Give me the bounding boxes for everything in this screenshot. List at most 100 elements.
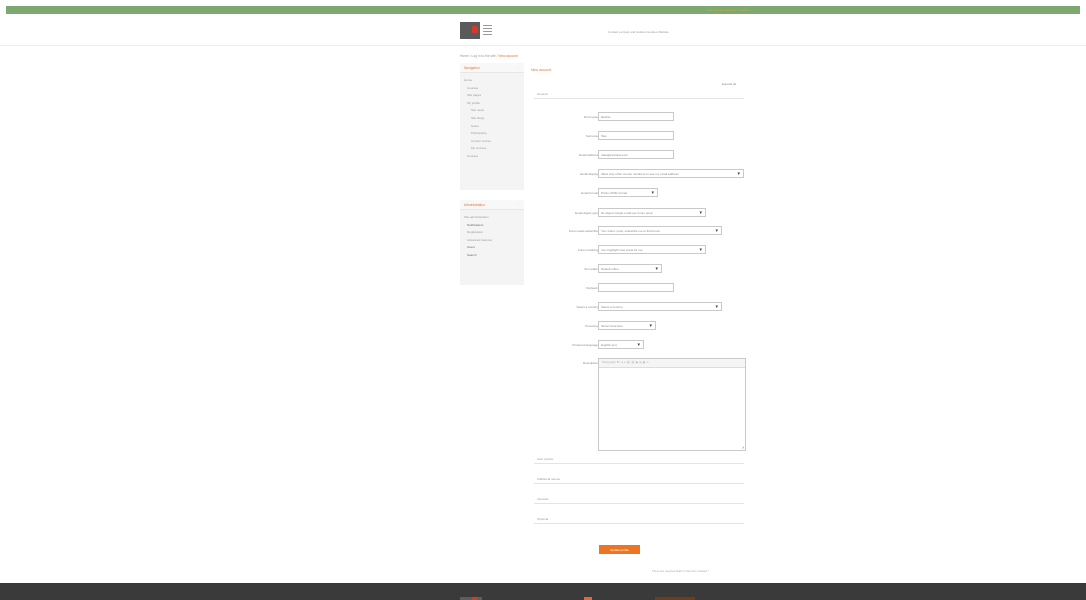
dropdown-arrow-icon: ▾ <box>651 190 654 196</box>
site-logo[interactable] <box>460 22 494 40</box>
sidebar-item[interactable]: Site administration <box>464 214 524 222</box>
section-optional[interactable]: Optional <box>534 513 744 524</box>
section-label: User picture <box>537 457 554 461</box>
administration-block-title: Administration <box>464 203 485 207</box>
sidebar-item[interactable]: Site blogs <box>464 115 524 123</box>
dropdown-arrow-icon: ▾ <box>715 228 718 234</box>
field-value: Yes: when I post, subscribe me to that f… <box>601 229 661 233</box>
form-row: Preferred language English (en) ▾ <box>534 340 754 352</box>
description-label: Description <box>582 361 598 365</box>
select-field[interactable]: Server timezone ▾ <box>598 321 656 330</box>
description-editor[interactable]: Paragraph B I ≡ ≡ ⛓ ⛓ ▣ ▤ ▦ ▭ ◢ <box>598 358 746 451</box>
logo-text <box>483 23 492 36</box>
select-field[interactable]: No digest (single email per forum post) ▾ <box>598 208 706 217</box>
field-label: Email format <box>581 191 598 195</box>
breadcrumb-trail[interactable]: Home / Log in to the site / <box>460 54 498 58</box>
collapse-icon[interactable]: – <box>517 65 519 69</box>
dropdown-arrow-icon: ▾ <box>737 171 740 177</box>
field-value: Pretty HTML format <box>601 191 628 195</box>
field-label: First name <box>583 115 598 119</box>
form-row: First name Rachel <box>534 112 754 124</box>
sidebar-item[interactable]: Home <box>464 77 524 85</box>
editor-toolbar-buttons[interactable]: Paragraph B I ≡ ≡ ⛓ ⛓ ▣ ▤ ▦ ▭ <box>602 361 649 364</box>
field-label: Preferred language <box>572 343 598 347</box>
sidebar-item[interactable]: Participants <box>464 130 524 138</box>
sidebar-item[interactable]: Users <box>464 244 524 252</box>
field-label: Email address <box>578 153 598 157</box>
field-label: Surname <box>585 134 598 138</box>
sidebar-item[interactable]: My profile <box>464 100 524 108</box>
text-field[interactable]: rtate@example.com <box>598 150 674 159</box>
required-fields-note: There are required fields in this form m… <box>652 569 710 573</box>
field-value: Default editor <box>601 267 619 271</box>
sidebar-item[interactable]: Advanced features <box>464 237 524 245</box>
login-link[interactable]: You are not logged in. (Log in) <box>707 8 750 12</box>
section-user-picture[interactable]: User picture <box>534 453 744 464</box>
section-label: Additional names <box>537 477 561 481</box>
field-value: Server timezone <box>601 324 623 328</box>
field-value: Rachel <box>601 115 611 119</box>
text-field[interactable]: Rachel <box>598 112 674 121</box>
general-section-header[interactable]: General <box>534 88 744 99</box>
field-label: Email digest type <box>575 211 598 215</box>
dropdown-arrow-icon: ▾ <box>699 210 702 216</box>
field-label: Text editor <box>584 267 598 271</box>
select-field[interactable]: Allow only other course members to see m… <box>598 169 744 178</box>
sidebar-item[interactable]: My courses <box>464 145 524 153</box>
page-title: New account <box>531 68 552 72</box>
field-label: Timezone <box>584 324 598 328</box>
select-field[interactable]: English (en) ▾ <box>598 340 644 349</box>
form-row: Timezone Server timezone ▾ <box>534 321 754 333</box>
select-field[interactable]: Pretty HTML format ▾ <box>598 188 658 197</box>
sidebar-item[interactable]: Notifications <box>464 222 524 230</box>
navigation-block-header[interactable]: Navigation – <box>460 63 524 73</box>
select-field[interactable]: Yes: when I post, subscribe me to that f… <box>598 226 722 235</box>
breadcrumb-current: New account <box>498 54 518 58</box>
dropdown-arrow-icon: ▾ <box>655 266 658 272</box>
field-value: Tate <box>601 134 607 138</box>
text-field[interactable]: Tate <box>598 131 674 140</box>
editor-toolbar[interactable]: Paragraph B I ≡ ≡ ⛓ ⛓ ▣ ▤ ▦ ▭ <box>599 359 745 368</box>
form-row: Forum auto-subscribe Yes: when I post, su… <box>534 226 754 238</box>
field-label: Forum auto-subscribe <box>568 229 598 233</box>
resize-handle-icon[interactable]: ◢ <box>742 445 744 449</box>
header-links[interactable]: Contact us Help and Guides Cookies Websi… <box>608 30 669 34</box>
form-row: Email display Allow only other course mem… <box>534 169 754 181</box>
navigation-tree: Home Courses Site pages My profile Site news… <box>460 73 524 165</box>
sidebar-item[interactable]: Site pages <box>464 92 524 100</box>
field-value: Allow only other course members to see m… <box>601 172 679 176</box>
select-field[interactable]: Default editor ▾ <box>598 264 662 273</box>
form-row: Email digest type No digest (single email… <box>534 208 754 220</box>
section-interests[interactable]: Interests <box>534 493 744 504</box>
select-field[interactable]: Yes: highlight new posts for me ▾ <box>598 245 706 254</box>
sidebar-item[interactable]: Courses <box>464 85 524 93</box>
field-label: Select a country <box>576 305 598 309</box>
dropdown-arrow-icon: ▾ <box>637 342 640 348</box>
form-row: Surname Tate <box>534 131 754 143</box>
dropdown-arrow-icon: ▾ <box>649 323 652 329</box>
collapse-icon[interactable]: – <box>517 202 519 206</box>
administration-block: Administration – Site administration Noti… <box>460 200 524 285</box>
field-label: City/town <box>585 286 598 290</box>
breadcrumb: Home / Log in to the site / New account <box>460 54 518 58</box>
header-divider <box>0 45 1086 46</box>
top-bar: You are not logged in. (Log in) <box>6 6 1080 14</box>
select-field[interactable]: Select a country... ▾ <box>598 302 722 311</box>
sidebar-item[interactable]: Current course <box>464 138 524 146</box>
sidebar-item[interactable]: Site news <box>464 107 524 115</box>
update-profile-button[interactable]: Update profile <box>599 545 640 554</box>
section-additional-names[interactable]: Additional names <box>534 473 744 484</box>
sidebar-item[interactable]: Courses <box>464 153 524 161</box>
sidebar-item[interactable]: Search <box>464 252 524 260</box>
field-label: Forum tracking <box>577 248 598 252</box>
form-row: City/town <box>534 283 754 295</box>
form-row: Email address rtate@example.com <box>534 150 754 162</box>
field-value: English (en) <box>601 343 618 347</box>
page-footer <box>0 583 1086 600</box>
administration-block-header[interactable]: Administration – <box>460 200 524 210</box>
text-field[interactable] <box>598 283 674 292</box>
sidebar-item[interactable]: Notes <box>464 123 524 131</box>
logo-mark <box>460 22 480 39</box>
expand-all-link[interactable]: Expand all <box>722 82 736 86</box>
sidebar-item[interactable]: Registration <box>464 229 524 237</box>
